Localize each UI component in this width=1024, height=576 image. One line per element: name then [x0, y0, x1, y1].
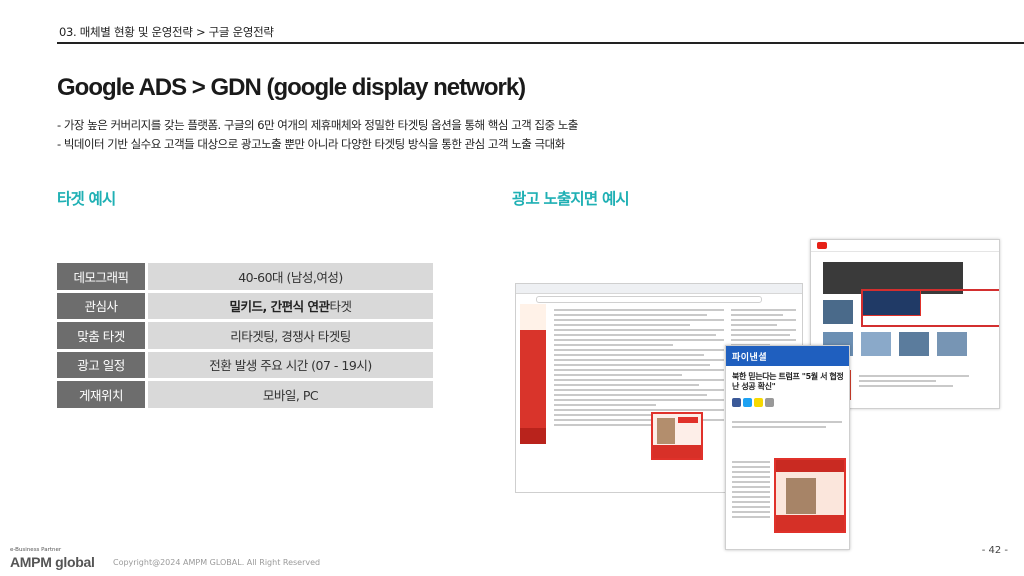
youtube-text-block	[859, 372, 969, 390]
row-value: 밀키드, 간편식 연관 타겟	[148, 292, 433, 319]
bullet-list: 가장 높은 커버리지를 갖는 플랫폼. 구글의 6만 여개의 제휴매체와 정밀한…	[57, 116, 579, 154]
row-value-bold: 밀키드, 간편식 연관	[229, 299, 330, 315]
news-brand: 파이낸셜	[732, 352, 768, 363]
browser-toolbar	[516, 284, 802, 294]
header-divider	[57, 42, 1024, 44]
row-value-text: 리타겟팅, 경쟁사 타겟팅	[230, 328, 351, 344]
row-value: 리타겟팅, 경쟁사 타겟팅	[148, 322, 433, 349]
news-masthead: 파이낸셜	[726, 346, 849, 366]
target-table: 데모그래픽 40-60대 (남성,여성) 관심사 밀키드, 간편식 연관 타겟 …	[57, 263, 433, 411]
article-text-block	[554, 306, 724, 429]
breadcrumb: 03. 매체별 현황 및 운영전략 > 구글 운영전략	[59, 25, 274, 39]
twitter-icon[interactable]	[743, 398, 752, 407]
row-value-text: 타겟	[329, 299, 352, 315]
partner-label: e-Business Partner	[10, 547, 62, 553]
row-label: 맞춤 타겟	[57, 322, 145, 349]
inline-banner-ad[interactable]	[651, 412, 703, 460]
ad-placement-heading: 광고 노출지면 예시	[512, 190, 630, 208]
table-row: 맞춤 타겟 리타겟팅, 경쟁사 타겟팅	[57, 322, 433, 349]
row-value: 전환 발생 주요 시간 (07 - 19시)	[148, 351, 433, 378]
table-row: 데모그래픽 40-60대 (남성,여성)	[57, 263, 433, 290]
page-title: Google ADS > GDN (google display network…	[57, 74, 526, 101]
copyright-text: Copyright@2024 AMPM GLOBAL. All Right Re…	[113, 558, 321, 567]
browser-address-bar	[536, 296, 762, 303]
youtube-topbar	[811, 240, 999, 252]
news-headline: 북한 믿는다는 트럼프 "5월 서 협정난 성공 확신"	[732, 372, 844, 391]
share-buttons	[732, 398, 843, 407]
video-thumbnail[interactable]	[899, 332, 929, 356]
video-thumbnail[interactable]	[861, 332, 891, 356]
row-label: 광고 일정	[57, 351, 145, 378]
page-number: - 42 -	[981, 545, 1008, 556]
mobile-banner-ad[interactable]	[774, 458, 846, 533]
target-example-heading: 타겟 예시	[57, 190, 116, 208]
row-label: 데모그래픽	[57, 263, 145, 290]
table-row: 관심사 밀키드, 간편식 연관 타겟	[57, 292, 433, 319]
row-value: 모바일, PC	[148, 381, 433, 408]
table-row: 광고 일정 전환 발생 주요 시간 (07 - 19시)	[57, 351, 433, 378]
row-value-text: 전환 발생 주요 시간 (07 - 19시)	[209, 358, 372, 374]
facebook-icon[interactable]	[732, 398, 741, 407]
ad-highlight-box	[861, 289, 999, 327]
video-thumbnail[interactable]	[823, 300, 853, 324]
mobile-news-screenshot: 파이낸셜 북한 믿는다는 트럼프 "5월 서 협정난 성공 확신"	[725, 345, 850, 550]
video-thumbnail[interactable]	[937, 332, 967, 356]
sidebar-text-block	[731, 306, 796, 349]
company-logo: AMPM global	[10, 554, 95, 570]
row-value-text: 모바일, PC	[262, 387, 319, 403]
row-value: 40-60대 (남성,여성)	[148, 263, 433, 290]
row-label: 게재위치	[57, 381, 145, 408]
font-size-icon[interactable]	[765, 398, 774, 407]
news-body-text	[732, 418, 842, 431]
bullet-item: 빅데이터 기반 실수요 고객들 대상으로 광고노출 뿐만 아니라 다양한 타겟팅…	[57, 135, 578, 154]
table-row: 게재위치 모바일, PC	[57, 381, 433, 408]
kakao-icon[interactable]	[754, 398, 763, 407]
youtube-logo-icon	[817, 242, 827, 249]
row-label: 관심사	[57, 292, 145, 319]
row-value-text: 40-60대 (남성,여성)	[238, 269, 343, 285]
news-body-text	[732, 458, 770, 521]
vertical-banner-ad[interactable]	[520, 304, 546, 444]
bullet-item: 가장 높은 커버리지를 갖는 플랫폼. 구글의 6만 여개의 제휴매체와 정밀한…	[57, 116, 579, 135]
